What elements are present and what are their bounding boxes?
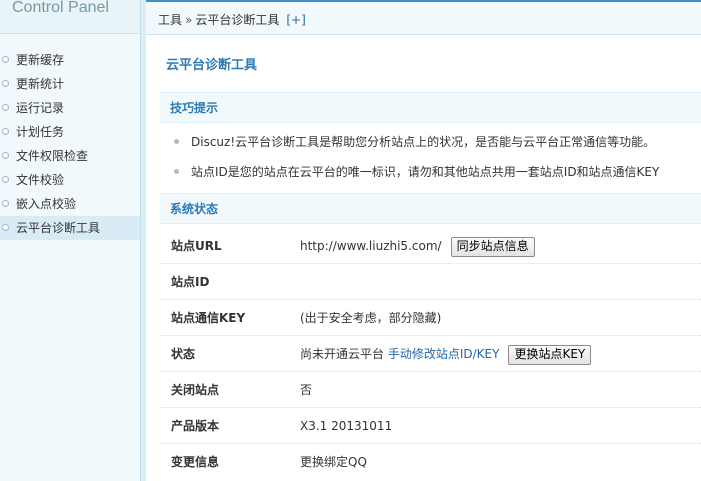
main-content: 云平台诊断工具 技巧提示 Discuz!云平台诊断工具是帮助您分析站点上的状况，…: [146, 35, 701, 481]
breadcrumb-root[interactable]: 工具: [158, 13, 182, 27]
status-row-site-key: 站点通信KEY (出于安全考虑，部分隐藏): [160, 300, 701, 336]
bullet-icon: [2, 80, 9, 87]
tip-text: Discuz!云平台诊断工具是帮助您分析站点上的状况，是否能与云平台正常通信等功…: [191, 135, 656, 149]
status-row-site-url: 站点URL http://www.liuzhi5.com/同步站点信息: [160, 228, 701, 264]
change-site-key-button[interactable]: 更换站点KEY: [508, 344, 592, 365]
sidebar-item-update-stats[interactable]: 更新统计: [0, 72, 140, 96]
row-value: 尚未开通云平台 手动修改站点ID/KEY 更换站点KEY: [300, 336, 592, 372]
sidebar-item-update-cache[interactable]: 更新缓存: [0, 48, 140, 72]
row-label: 产品版本: [171, 419, 220, 433]
breadcrumb-bar: 工具» 云平台诊断工具 [+]: [146, 0, 701, 35]
status-row-site-closed: 关闭站点 否: [160, 372, 701, 408]
bullet-icon: [2, 224, 9, 231]
state-value: 尚未开通云平台: [300, 347, 385, 361]
sidebar-item-file-verify[interactable]: 文件校验: [0, 168, 140, 192]
sidebar-item-file-permission-check[interactable]: 文件权限检查: [0, 144, 140, 168]
sidebar-menu: 更新缓存 更新统计 运行记录 计划任务 文件权限检查 文件校验 嵌入点校验 云平…: [0, 48, 140, 240]
breadcrumb: 工具» 云平台诊断工具 [+]: [158, 11, 306, 28]
tips-heading: 技巧提示: [160, 92, 701, 123]
sidebar-item-label: 计划任务: [16, 125, 65, 139]
status-table: 站点URL http://www.liuzhi5.com/同步站点信息 站点ID…: [160, 228, 701, 480]
tip-item: Discuz!云平台诊断工具是帮助您分析站点上的状况，是否能与云平台正常通信等功…: [160, 127, 701, 157]
sidebar-item-scheduled-tasks[interactable]: 计划任务: [0, 120, 140, 144]
panel-title: Control Panel: [12, 0, 109, 16]
sidebar-item-label: 运行记录: [16, 101, 65, 115]
breadcrumb-separator: »: [185, 13, 193, 27]
sidebar-item-run-log[interactable]: 运行记录: [0, 96, 140, 120]
sidebar-header: Control Panel: [0, 0, 140, 34]
page-title: 云平台诊断工具: [166, 58, 258, 73]
sidebar-item-label: 更新统计: [16, 77, 65, 91]
bullet-icon: [2, 176, 9, 183]
sidebar: Control Panel 更新缓存 更新统计 运行记录 计划任务 文件权限检查…: [0, 0, 140, 481]
sync-site-info-button[interactable]: 同步站点信息: [450, 236, 535, 257]
status-row-version: 产品版本 X3.1 20131011: [160, 408, 701, 444]
row-label: 变更信息: [171, 455, 220, 469]
tips-list: Discuz!云平台诊断工具是帮助您分析站点上的状况，是否能与云平台正常通信等功…: [160, 127, 701, 187]
bullet-icon: [174, 139, 179, 144]
sidebar-item-label: 云平台诊断工具: [16, 221, 101, 235]
row-label: 关闭站点: [171, 383, 220, 397]
tip-text: 站点ID是您的站点在云平台的唯一标识，请勿和其他站点共用一套站点ID和站点通信K…: [191, 165, 660, 179]
status-row-site-id: 站点ID: [160, 264, 701, 300]
sidebar-item-cloud-diagnostic[interactable]: 云平台诊断工具: [0, 216, 140, 240]
sidebar-item-label: 文件校验: [16, 173, 65, 187]
sidebar-item-label: 更新缓存: [16, 53, 65, 67]
tip-item: 站点ID是您的站点在云平台的唯一标识，请勿和其他站点共用一套站点ID和站点通信K…: [160, 157, 701, 187]
bullet-icon: [2, 104, 9, 111]
sidebar-item-label: 文件权限检查: [16, 149, 89, 163]
bullet-icon: [2, 128, 9, 135]
add-shortcut-link[interactable]: [+]: [286, 13, 305, 27]
row-label: 站点URL: [171, 239, 222, 253]
edit-site-id-key-link[interactable]: 手动修改站点ID/KEY: [388, 347, 500, 361]
status-row-change-info: 变更信息 更换绑定QQ: [160, 444, 701, 480]
bullet-icon: [174, 169, 179, 174]
sidebar-item-label: 嵌入点校验: [16, 197, 77, 211]
sidebar-item-hook-verify[interactable]: 嵌入点校验: [0, 192, 140, 216]
rebind-qq-link[interactable]: 更换绑定QQ: [300, 444, 367, 480]
bullet-icon: [2, 56, 9, 63]
row-label: 站点通信KEY: [171, 311, 246, 325]
site-key-value: (出于安全考虑，部分隐藏): [300, 311, 442, 325]
site-closed-value: 否: [300, 383, 313, 397]
row-value: http://www.liuzhi5.com/同步站点信息: [300, 228, 535, 264]
bullet-icon: [2, 200, 9, 207]
site-url-value: http://www.liuzhi5.com/: [300, 239, 442, 253]
row-label: 站点ID: [171, 275, 210, 289]
status-heading: 系统状态: [160, 193, 701, 224]
status-row-state: 状态 尚未开通云平台 手动修改站点ID/KEY 更换站点KEY: [160, 336, 701, 372]
row-label: 状态: [171, 347, 196, 361]
breadcrumb-current: 云平台诊断工具: [195, 13, 280, 27]
version-value: X3.1 20131011: [300, 419, 393, 433]
bullet-icon: [2, 152, 9, 159]
